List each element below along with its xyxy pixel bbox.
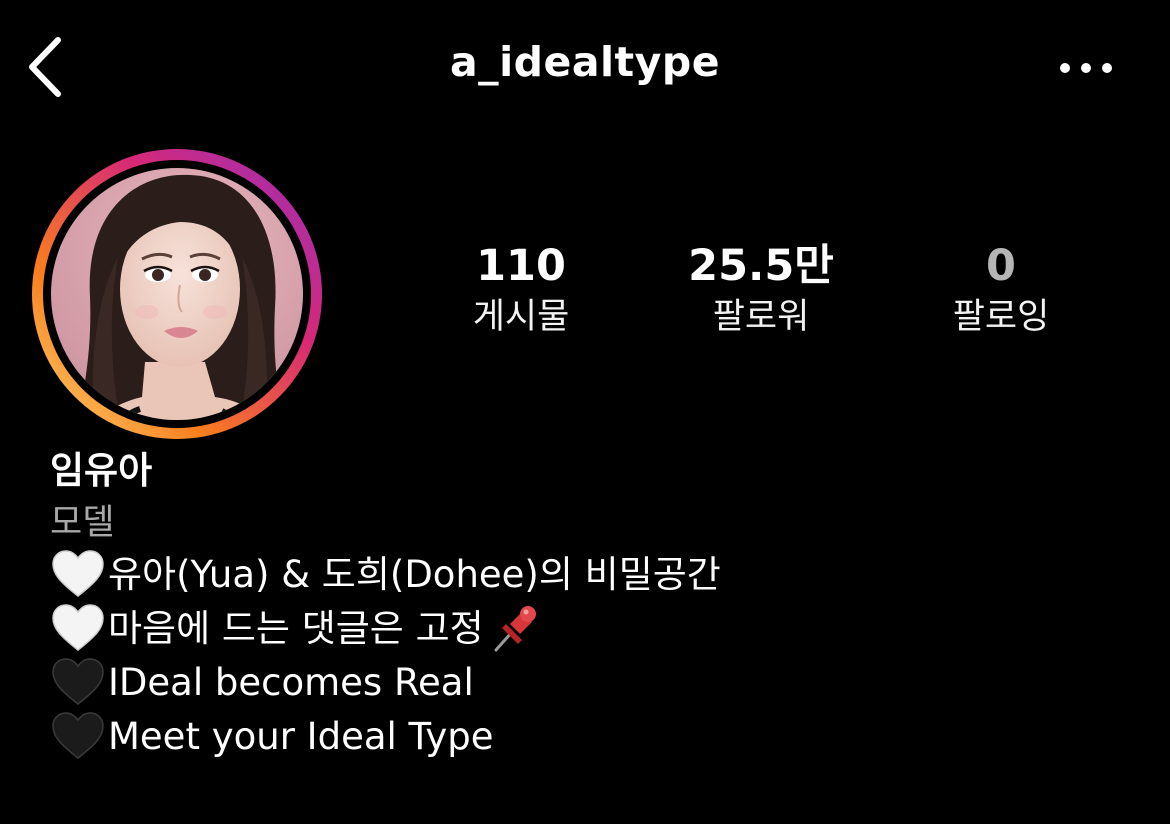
more-horizontal-icon (1060, 63, 1112, 73)
following-count: 0 (986, 241, 1016, 291)
bio-line: 마음에 드는 댓글은 고정 (50, 602, 1140, 656)
bio-line: 유아(Yua) & 도희(Dohee)의 비밀공간 (50, 548, 1140, 602)
bio-line-text: 마음에 드는 댓글은 고정 (108, 607, 484, 650)
more-options-button[interactable] (1055, 48, 1119, 88)
bio-line-text: Meet your Ideal Type (108, 715, 494, 758)
profile-category: 모델 (50, 503, 115, 543)
top-navigation-bar: a_idealtype (0, 0, 1170, 140)
followers-count-stat[interactable]: 25.5만 팔로워 (651, 238, 871, 340)
bio-line-text: 유아(Yua) & 도희(Dohee)의 비밀공간 (108, 553, 721, 596)
profile-stats: 110 게시물 25.5만 팔로워 0 팔로잉 (0, 238, 1170, 348)
bio-line: IDeal becomes Real (50, 656, 1140, 710)
profile-username: a_idealtype (449, 38, 721, 86)
white-heart-icon (50, 602, 106, 656)
posts-label: 게시물 (472, 297, 570, 337)
bio-line: Meet your Ideal Type (50, 710, 1140, 764)
following-count-stat[interactable]: 0 팔로잉 (891, 238, 1111, 340)
following-label: 팔로잉 (952, 297, 1050, 337)
bio-line-text: IDeal becomes Real (108, 661, 474, 704)
posts-count: 110 (476, 241, 566, 291)
pushpin-icon (488, 602, 540, 656)
followers-label: 팔로워 (712, 297, 810, 337)
posts-count-stat[interactable]: 110 게시물 (411, 238, 631, 340)
followers-count: 25.5만 (688, 241, 834, 291)
profile-bio: 임유아 모델 유아(Yua) & 도희(Dohee)의 비밀공간 마음에 드는 … (50, 446, 1140, 764)
black-heart-icon (50, 656, 106, 710)
profile-display-name: 임유아 (50, 449, 153, 492)
black-heart-icon (50, 710, 106, 764)
white-heart-icon (50, 548, 106, 602)
